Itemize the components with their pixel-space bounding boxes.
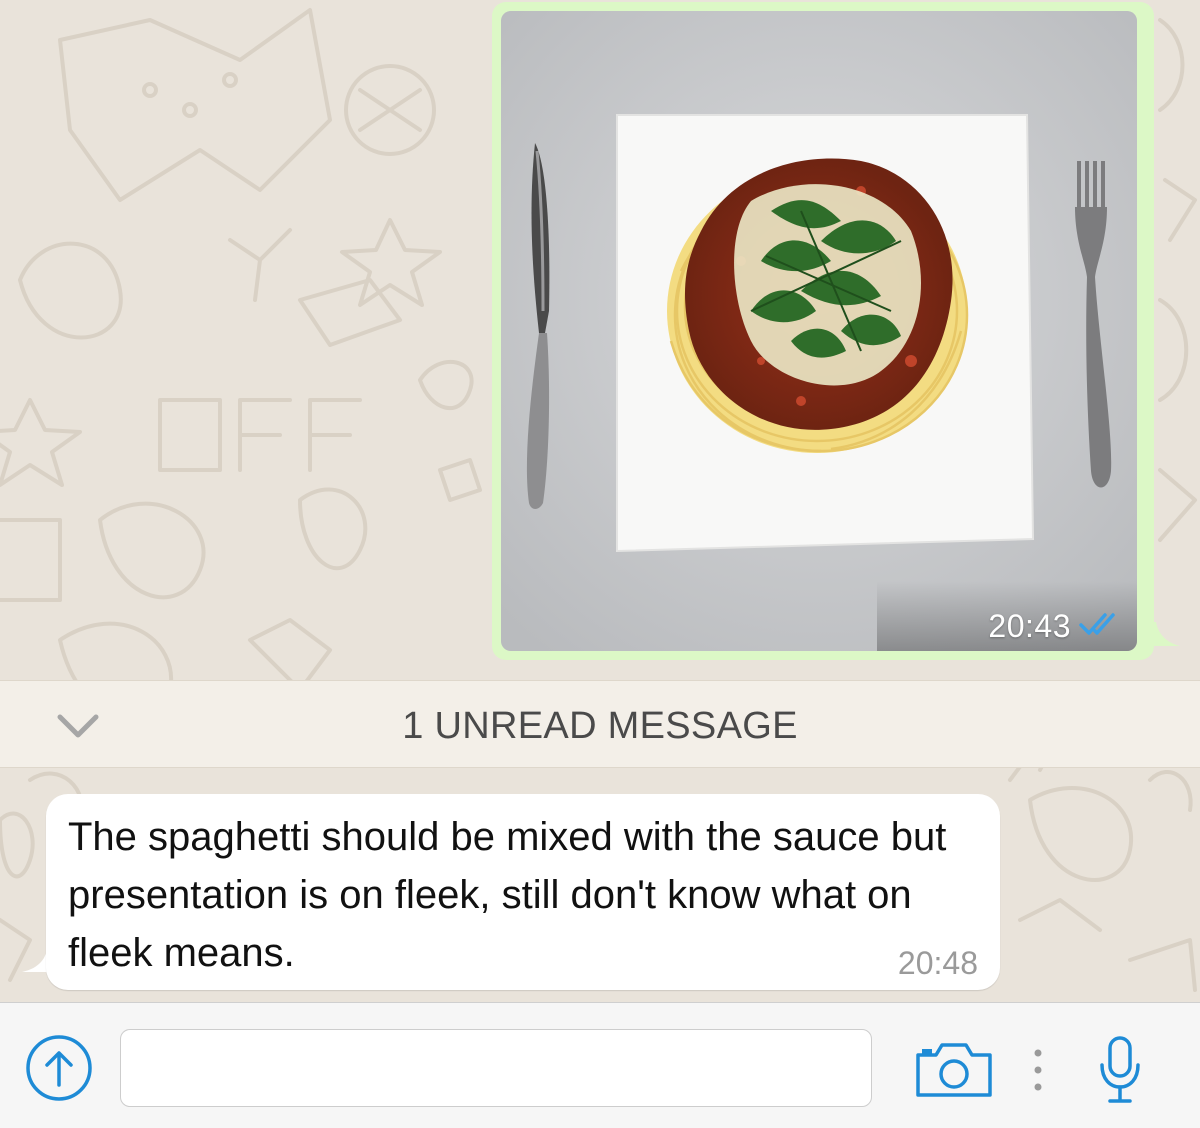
outgoing-image-message[interactable]: 20:43 — [492, 2, 1180, 660]
vertical-dots-icon[interactable] — [1028, 1047, 1048, 1093]
chat-area[interactable]: 20:43 1 UNREAD MESSAGE The spaghetti sho… — [0, 0, 1200, 1002]
incoming-message-text: The spaghetti should be mixed with the s… — [68, 815, 947, 975]
incoming-text-message[interactable]: The spaghetti should be mixed with the s… — [22, 794, 1000, 990]
incoming-message-time: 20:48 — [897, 945, 978, 981]
upload-arrow-icon[interactable] — [24, 1033, 94, 1103]
unread-count-label: 1 UNREAD MESSAGE — [402, 705, 798, 747]
unread-messages-divider: 1 UNREAD MESSAGE — [0, 680, 1200, 768]
spaghetti-photo-image — [501, 11, 1137, 651]
camera-icon[interactable] — [914, 1041, 994, 1099]
outgoing-message-time: 20:43 — [988, 608, 1071, 644]
message-input[interactable] — [120, 1029, 872, 1107]
spaghetti-photo[interactable]: 20:43 — [501, 11, 1137, 651]
microphone-icon[interactable] — [1096, 1035, 1144, 1105]
outgoing-bubble-tail — [1140, 622, 1180, 646]
double-check-blue-icon — [1079, 613, 1115, 635]
message-composer — [0, 1002, 1200, 1128]
